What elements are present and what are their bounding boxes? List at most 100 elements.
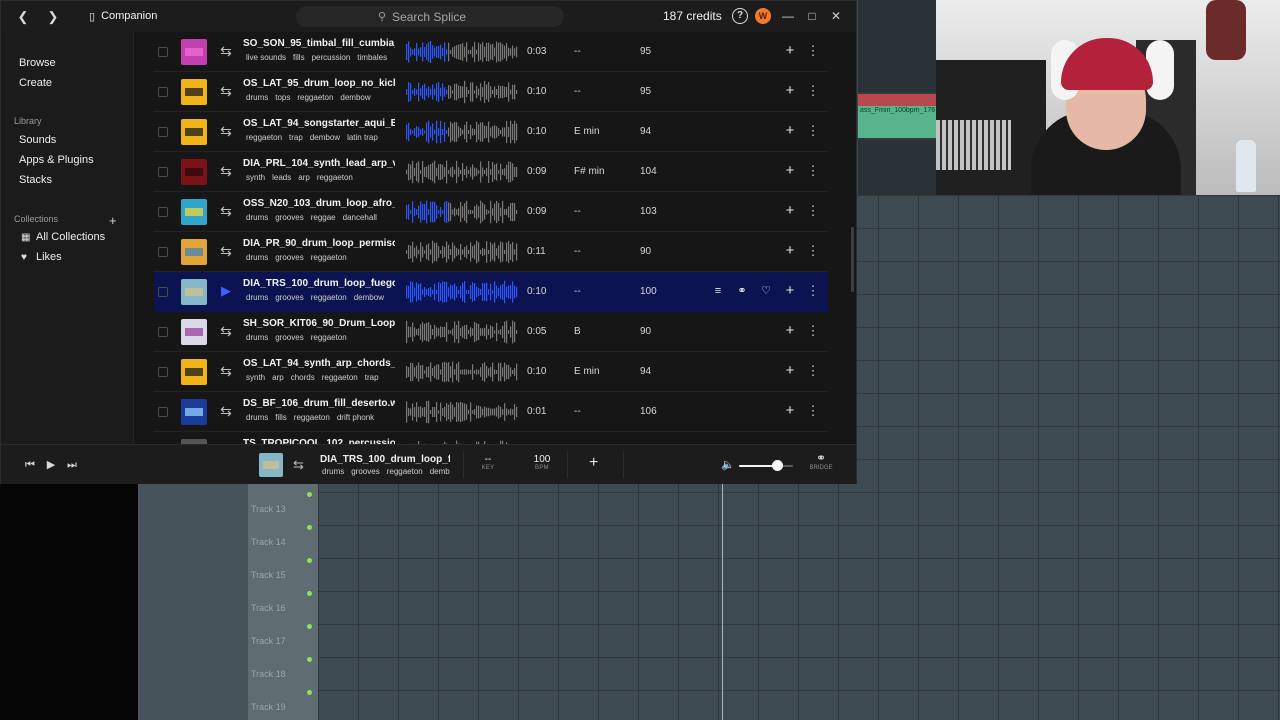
add-collection-icon[interactable]: +	[109, 213, 117, 228]
sample-tag[interactable]: grooves	[275, 333, 303, 342]
row-checkbox[interactable]	[158, 167, 168, 177]
play-icon[interactable]: ▶	[43, 457, 59, 473]
add-button[interactable]: +	[782, 362, 798, 380]
sample-tag[interactable]: latin trap	[347, 133, 378, 142]
sample-tag[interactable]: dembow	[310, 133, 340, 142]
sample-tag[interactable]: grooves	[275, 213, 303, 222]
waveform[interactable]	[406, 159, 518, 185]
sample-row[interactable]: ▶ DIA_TRS_100_drum_loop_fuego.wav drumsg…	[154, 272, 828, 312]
daw-track-led[interactable]	[307, 525, 312, 530]
daw-track-label[interactable]: Track 14	[251, 537, 286, 547]
more-options-icon[interactable]: ⋮	[806, 202, 820, 220]
sample-name[interactable]: DIA_TRS_100_drum_loop_fuego.wav	[243, 278, 395, 289]
sample-tag[interactable]: grooves	[275, 253, 303, 262]
credits-count[interactable]: 187 credits	[663, 9, 722, 23]
bridge-icon[interactable]: ⚭	[734, 283, 750, 299]
row-checkbox[interactable]	[158, 287, 168, 297]
add-button[interactable]: +	[782, 162, 798, 180]
daw-track-led[interactable]	[307, 690, 312, 695]
add-button[interactable]: +	[782, 122, 798, 140]
sample-name[interactable]: SH_SOR_KIT06_90_Drum_Loop_04.wav	[243, 318, 395, 329]
sample-tag[interactable]: trap	[289, 133, 303, 142]
daw-track-label[interactable]: Track 19	[251, 702, 286, 712]
playhead[interactable]	[722, 484, 723, 720]
next-icon[interactable]: ⏭	[64, 457, 80, 473]
sample-tag[interactable]: drums	[246, 213, 268, 222]
daw-track-led[interactable]	[307, 492, 312, 497]
sidebar-item-all-collections[interactable]: ▦ All Collections	[21, 231, 105, 243]
sample-row[interactable]: ⇆ OS_LAT_94_songstarter_aqui_Em.wav regg…	[154, 112, 828, 152]
add-button[interactable]: +	[782, 242, 798, 260]
row-checkbox[interactable]	[158, 327, 168, 337]
row-checkbox[interactable]	[158, 127, 168, 137]
sample-name[interactable]: OS_LAT_95_drum_loop_no_kick_fan	[243, 78, 395, 89]
more-options-icon[interactable]: ⋮	[806, 242, 820, 260]
sample-row[interactable]: ⇆ OS_LAT_95_drum_loop_no_kick_fan drumst…	[154, 72, 828, 112]
more-options-icon[interactable]: ⋮	[806, 122, 820, 140]
loop-icon[interactable]: ⇆	[218, 323, 234, 339]
companion-button[interactable]: ▯ Companion	[81, 5, 161, 27]
daw-track-label[interactable]: Track 15	[251, 570, 286, 580]
loop-icon[interactable]: ⇆	[218, 163, 234, 179]
add-button[interactable]: +	[782, 322, 798, 340]
sample-name[interactable]: DIA_PR_90_drum_loop_permiso.wav	[243, 238, 395, 249]
close-icon[interactable]: ✕	[825, 6, 847, 26]
sample-row[interactable]: ⇆ OS_LAT_94_synth_arp_chords_aqui syntha…	[154, 352, 828, 392]
daw-track-label[interactable]: Track 18	[251, 669, 286, 679]
add-button[interactable]: +	[782, 82, 798, 100]
more-options-icon[interactable]: ⋮	[806, 282, 820, 300]
chevron-left-icon[interactable]: ❮	[13, 7, 33, 27]
sidebar-item-sounds[interactable]: Sounds	[19, 134, 56, 146]
sample-tag[interactable]: drums	[246, 333, 268, 342]
sample-tag[interactable]: reggaeton	[294, 413, 330, 422]
sample-name[interactable]: DIA_PRL_104_synth_lead_arp_virtual	[243, 158, 395, 169]
sidebar-item-apps-plugins[interactable]: Apps & Plugins	[19, 154, 94, 166]
row-checkbox[interactable]	[158, 47, 168, 57]
sample-row[interactable]: ⇆ DIA_PR_90_drum_loop_permiso.wav drumsg…	[154, 232, 828, 272]
sidebar-item-likes[interactable]: ♥ Likes	[21, 251, 62, 263]
row-checkbox[interactable]	[158, 367, 168, 377]
volume-slider[interactable]	[739, 465, 793, 467]
sample-tag[interactable]: fills	[293, 53, 305, 62]
player-tag[interactable]: dembow	[430, 467, 450, 476]
row-checkbox[interactable]	[158, 87, 168, 97]
sample-tag[interactable]: dembow	[354, 293, 384, 302]
playlist-add-icon[interactable]: ≡	[710, 283, 726, 299]
sample-tag[interactable]: trap	[365, 373, 379, 382]
sample-row[interactable]: ⇆ SO_SON_95_timbal_fill_cumbia_sol live …	[154, 32, 828, 72]
daw-track-led[interactable]	[307, 558, 312, 563]
sample-tag[interactable]: grooves	[275, 293, 303, 302]
waveform[interactable]	[406, 79, 518, 105]
avatar[interactable]: W	[755, 8, 771, 24]
waveform[interactable]	[406, 239, 518, 265]
sample-tag[interactable]: reggaeton	[311, 333, 347, 342]
sample-tag[interactable]: fills	[275, 413, 287, 422]
help-icon[interactable]: ?	[732, 8, 748, 24]
sample-name[interactable]: OS_LAT_94_songstarter_aqui_Em.wav	[243, 118, 395, 129]
more-options-icon[interactable]: ⋮	[806, 42, 820, 60]
add-button[interactable]: +	[589, 454, 598, 472]
loop-icon[interactable]: ⇆	[218, 363, 234, 379]
more-options-icon[interactable]: ⋮	[806, 82, 820, 100]
add-button[interactable]: +	[782, 202, 798, 220]
sample-tag[interactable]: live sounds	[246, 53, 286, 62]
sample-row[interactable]: ⇆ TS_TROPICOOL_102_percussion_loop percu…	[154, 432, 828, 444]
loop-icon[interactable]: ⇆	[218, 123, 234, 139]
sample-name[interactable]: DS_BF_106_drum_fill_deserto.wav	[243, 398, 395, 409]
loop-icon[interactable]: ⇆	[293, 457, 304, 473]
loop-icon[interactable]: ⇆	[218, 43, 234, 59]
more-options-icon[interactable]: ⋮	[806, 402, 820, 420]
sample-tag[interactable]: percussion	[312, 53, 351, 62]
search-bar[interactable]: ⚲	[296, 6, 564, 27]
sample-tag[interactable]: chords	[291, 373, 315, 382]
player-tag[interactable]: drums	[322, 467, 344, 476]
loop-icon[interactable]: ⇆	[218, 403, 234, 419]
daw-track-led[interactable]	[307, 657, 312, 662]
waveform[interactable]	[406, 319, 518, 345]
waveform[interactable]	[406, 399, 518, 425]
sidebar-item-browse[interactable]: Browse	[19, 57, 56, 69]
minimize-icon[interactable]: —	[777, 6, 799, 26]
daw-clip-header[interactable]	[858, 94, 936, 106]
more-options-icon[interactable]: ⋮	[806, 362, 820, 380]
loop-icon[interactable]: ⇆	[218, 83, 234, 99]
